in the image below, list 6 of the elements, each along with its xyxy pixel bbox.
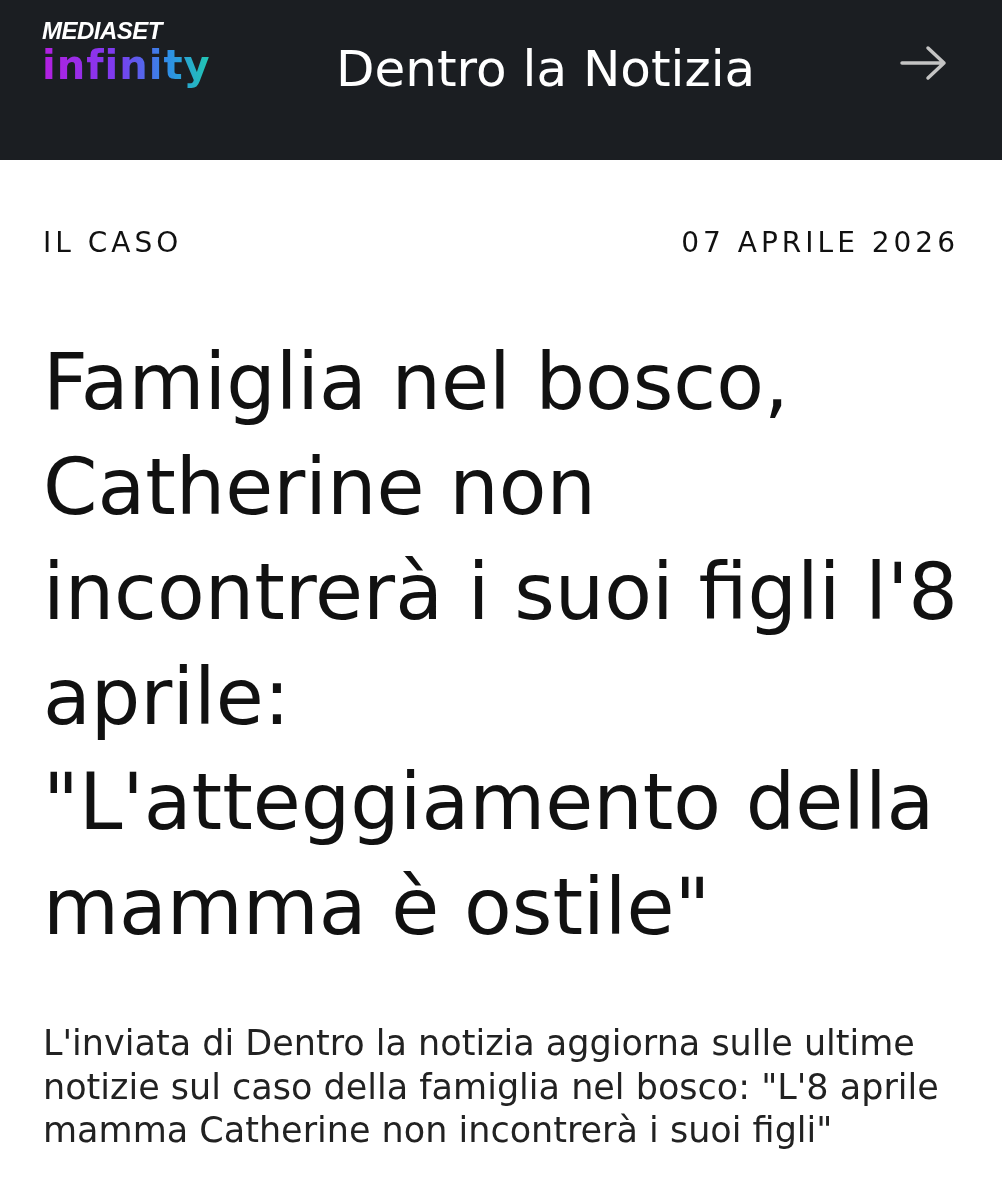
page-title: Dentro la Notizia	[336, 40, 756, 98]
article-summary: L'inviata di Dentro la notizia aggiorna sulle ultime notizie sul caso della famiglia nel bosco: "L'8 aprile mamma Catherine non incontrerà i suoi figli"	[43, 1022, 940, 1152]
category-label: IL CASO	[43, 226, 183, 260]
publish-date: 07 APRILE 2026	[681, 226, 959, 260]
arrow-right-icon[interactable]	[900, 45, 948, 81]
article-headline: Famiglia nel bosco, Catherine non incontrerà i suoi figli l'8 aprile: "L'atteggiamento della mamma è ostile"	[43, 336, 959, 954]
